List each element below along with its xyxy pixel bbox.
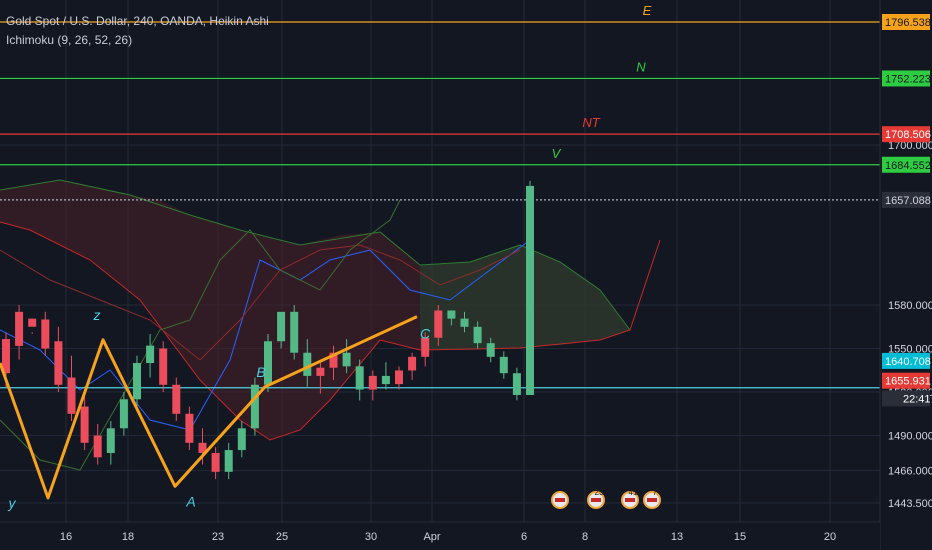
event-flag-stripe [555,498,565,502]
candle-body [172,384,181,414]
candle-body [185,413,194,443]
price-chart[interactable]: E N NT Vy z A B C 23 41 7 1443.500 1466.000 1490.000 1… [0,0,932,550]
candle-body [512,373,521,395]
time-tick-label: 8 [582,531,588,543]
candle-body [119,399,128,429]
price-tick-label: 1490.000 [888,431,932,443]
time-tick-label: Apr [423,531,440,543]
wave-label-y: y [8,495,17,511]
chart-area[interactable]: E N NT Vy z A B C 23 41 7 1443.500 1466.000 1490.000 1… [0,0,932,550]
level-label-NT: NT [582,115,600,130]
candle-body [211,452,220,472]
candle-body [93,435,102,458]
event-count-3: 7 [653,488,658,497]
level-label-V: V [552,146,562,161]
candle-body [237,428,246,451]
candle-body [447,310,456,319]
level-label-N: N [636,59,646,74]
candle-body [460,318,469,327]
candle-body [80,406,89,443]
candle-body [106,428,115,453]
candle-body [355,366,364,390]
time-tick-label: 25 [276,531,288,543]
candle-body [290,311,299,353]
candle-body [146,345,155,364]
candle-body [54,341,63,385]
level-price-text: 1796.538 [885,17,931,29]
candle-body [224,450,233,472]
candle-body [67,377,76,414]
candle-body [15,311,24,346]
time-tick-label: 13 [671,531,683,543]
time-tick-label: 23 [212,531,224,543]
candle-body [408,356,417,371]
candle-body [368,375,377,390]
time-tick-label: 6 [521,531,527,543]
event-count-2: 41 [629,488,638,497]
wave-label-A: A [185,493,195,509]
level-price-text: 1752.223 [885,73,931,85]
time-tick-label: 15 [734,531,746,543]
candle-body [303,352,312,376]
ichimoku-cloud-bull [420,245,630,350]
candle-body [486,343,495,357]
indicator-legend[interactable]: Ichimoku (9, 26, 52, 26) [6,33,132,47]
candle-body [159,348,168,385]
candle-body [473,326,482,344]
candle-body [381,375,390,385]
candle-body [395,370,403,385]
level-label-E: E [643,3,652,18]
candle-body [499,356,508,374]
level-price-text: 1708.506 [885,129,931,141]
level-price-text: 1684.552 [885,160,931,172]
candle-body [250,384,259,429]
price-tick-label: 1466.000 [888,465,932,477]
time-tick-label: 18 [122,531,134,543]
candle-body [434,310,443,338]
chart-title: Gold Spot / U.S. Dollar, 240, OANDA, Hei… [6,14,269,28]
event-flag-stripe [591,498,601,502]
candle-body [28,318,37,327]
wave-label-z: z [93,307,101,323]
price-badge-text: 1640.708 [885,356,931,368]
price-badge-text: 1655.931 [885,376,931,388]
time-tick-label: 16 [60,531,72,543]
event-flag-stripe [647,498,657,502]
candle-body [526,185,534,395]
price-badge-text: 22:41 [903,393,931,405]
candle-body [41,319,50,349]
candle-body [133,363,141,400]
time-tick-label: 20 [824,531,836,543]
level-price-text: 1657.088 [885,195,931,207]
wave-label-C: C [420,326,431,342]
event-count-1: 23 [595,488,604,497]
event-flag-stripe [625,498,635,502]
candle-body [316,367,325,376]
time-tick-label: 30 [365,531,377,543]
wave-label-B: B [256,364,265,380]
price-tick-label: 1443.500 [888,498,932,510]
candle-body [342,352,351,367]
price-tick-label: 1580.000 [888,300,932,312]
candle-body [277,311,286,342]
